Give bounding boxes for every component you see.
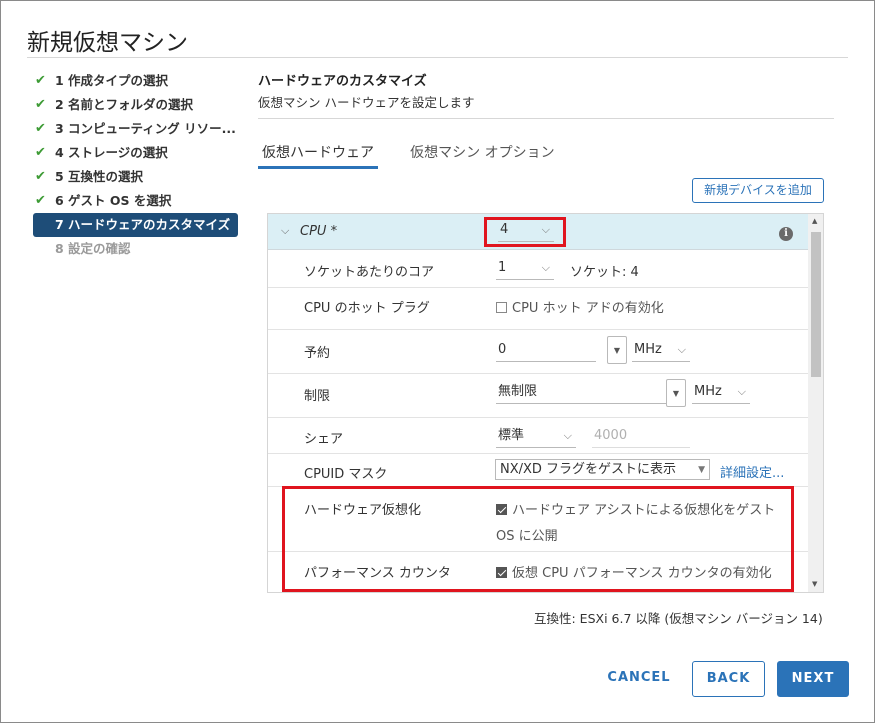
section-title: ハードウェアのカスタマイズ	[258, 74, 427, 89]
dialog-title: 新規仮想マシン	[27, 30, 188, 56]
highlight-cpu-count	[484, 217, 566, 247]
cpu-hotadd-checkbox[interactable]	[496, 302, 507, 313]
reservation-label: 予約	[304, 346, 331, 361]
highlight-virtualization-settings	[282, 486, 794, 592]
limit-row: 制限 無制限 ▼ MHz ⌵	[268, 374, 808, 418]
new-vm-dialog: 新規仮想マシン ✔ 1 作成タイプの選択 ✔ 2 名前とフォルダの選択 ✔ 3 …	[0, 0, 875, 723]
section-divider	[258, 118, 834, 119]
reservation-unit-value: MHz	[634, 342, 662, 357]
check-icon: ✔	[35, 97, 46, 112]
step-7-active[interactable]: 7 ハードウェアのカスタマイズ	[33, 213, 238, 237]
step-label: 4 ストレージの選択	[55, 145, 168, 160]
limit-unit-value: MHz	[694, 384, 722, 399]
chevron-down-icon: ⌵	[677, 343, 686, 356]
shares-row: シェア 標準 ⌵ 4000	[268, 418, 808, 454]
step-label: 6 ゲスト OS を選択	[55, 193, 172, 208]
cpuid-mask-select[interactable]: NX/XD フラグをゲストに表示 ▼	[495, 459, 710, 480]
step-label: 3 コンピューティング リソー...	[55, 121, 236, 136]
limit-dropdown-button[interactable]: ▼	[666, 379, 686, 407]
scroll-up-icon[interactable]: ▲	[812, 217, 817, 225]
cancel-button[interactable]: CANCEL	[599, 661, 679, 697]
step-label: 7 ハードウェアのカスタマイズ	[55, 217, 231, 232]
caret-down-icon: ▼	[698, 465, 705, 475]
cpuid-mask-value: NX/XD フラグをゲストに表示	[500, 462, 677, 477]
limit-label: 制限	[304, 389, 331, 404]
step-3[interactable]: ✔ 3 コンピューティング リソー...	[33, 117, 243, 141]
section-header: ハードウェアのカスタマイズ 仮想マシン ハードウェアを設定します	[258, 71, 834, 113]
step-label: 5 互換性の選択	[55, 169, 144, 184]
cores-per-socket-select[interactable]: 1 ⌵	[496, 258, 554, 280]
cpu-hotadd-option[interactable]: CPU ホット アドの有効化	[496, 297, 664, 316]
wizard-steps: ✔ 1 作成タイプの選択 ✔ 2 名前とフォルダの選択 ✔ 3 コンピューティン…	[33, 69, 243, 261]
cpu-hotadd-text: CPU ホット アドの有効化	[512, 301, 664, 316]
reservation-input[interactable]: 0	[496, 340, 596, 362]
cores-per-socket-row: ソケットあたりのコア 1 ⌵ ソケット: 4	[268, 250, 808, 288]
cpuid-advanced-link[interactable]: 詳細設定...	[720, 462, 784, 481]
chevron-down-icon: ⌵	[541, 261, 550, 274]
shares-level-select[interactable]: 標準 ⌵	[496, 426, 576, 448]
reservation-unit-select[interactable]: MHz ⌵	[632, 340, 690, 362]
step-5[interactable]: ✔ 5 互換性の選択	[33, 165, 243, 189]
shares-level-value: 標準	[498, 428, 525, 443]
reservation-row: 予約 0 ▼ MHz ⌵	[268, 330, 808, 374]
check-icon: ✔	[35, 169, 46, 184]
limit-unit-select[interactable]: MHz ⌵	[692, 382, 750, 404]
scroll-down-icon[interactable]: ▼	[812, 580, 817, 588]
chevron-down-icon[interactable]: ⌵	[281, 224, 289, 238]
chevron-down-icon: ⌵	[737, 385, 746, 398]
panel-scrollbar[interactable]: ▲ ▼	[808, 214, 823, 592]
cores-per-socket-label: ソケットあたりのコア	[304, 265, 435, 280]
cpu-hotplug-label: CPU のホット プラグ	[304, 301, 430, 316]
step-1[interactable]: ✔ 1 作成タイプの選択	[33, 69, 243, 93]
limit-input[interactable]: 無制限	[496, 382, 666, 404]
check-icon: ✔	[35, 145, 46, 160]
next-button[interactable]: NEXT	[777, 661, 849, 697]
step-4[interactable]: ✔ 4 ストレージの選択	[33, 141, 243, 165]
step-6[interactable]: ✔ 6 ゲスト OS を選択	[33, 189, 243, 213]
cpu-label: CPU *	[300, 224, 338, 239]
step-label: 1 作成タイプの選択	[55, 73, 169, 88]
back-button[interactable]: BACK	[692, 661, 765, 697]
info-icon[interactable]: i	[779, 227, 793, 241]
title-divider	[27, 57, 848, 58]
scroll-thumb[interactable]	[811, 232, 821, 377]
section-subtitle: 仮想マシン ハードウェアを設定します	[258, 95, 475, 110]
add-new-device-button[interactable]: 新規デバイスを追加	[692, 178, 824, 203]
cpuid-mask-row: CPUID マスク NX/XD フラグをゲストに表示 ▼ 詳細設定...	[268, 454, 808, 487]
step-label: 2 名前とフォルダの選択	[55, 97, 194, 112]
shares-label: シェア	[304, 432, 344, 447]
step-8: 8 設定の確認	[33, 237, 243, 261]
reservation-dropdown-button[interactable]: ▼	[607, 336, 627, 364]
check-icon: ✔	[35, 73, 46, 88]
shares-number-input: 4000	[592, 426, 690, 448]
tab-virtual-hardware[interactable]: 仮想ハードウェア	[258, 141, 378, 169]
cpuid-mask-label: CPUID マスク	[304, 467, 388, 482]
cpu-hotplug-row: CPU のホット プラグ CPU ホット アドの有効化	[268, 288, 808, 330]
chevron-down-icon: ⌵	[563, 429, 572, 442]
tab-vm-options[interactable]: 仮想マシン オプション	[406, 141, 558, 169]
sockets-count: ソケット: 4	[570, 265, 639, 280]
cores-per-socket-value: 1	[498, 260, 507, 275]
compatibility-text: 互換性: ESXi 6.7 以降 (仮想マシン バージョン 14)	[534, 611, 823, 626]
tab-bar: 仮想ハードウェア 仮想マシン オプション	[258, 141, 583, 169]
check-icon: ✔	[35, 121, 46, 136]
step-label: 8 設定の確認	[55, 241, 131, 256]
step-2[interactable]: ✔ 2 名前とフォルダの選択	[33, 93, 243, 117]
check-icon: ✔	[35, 193, 46, 208]
